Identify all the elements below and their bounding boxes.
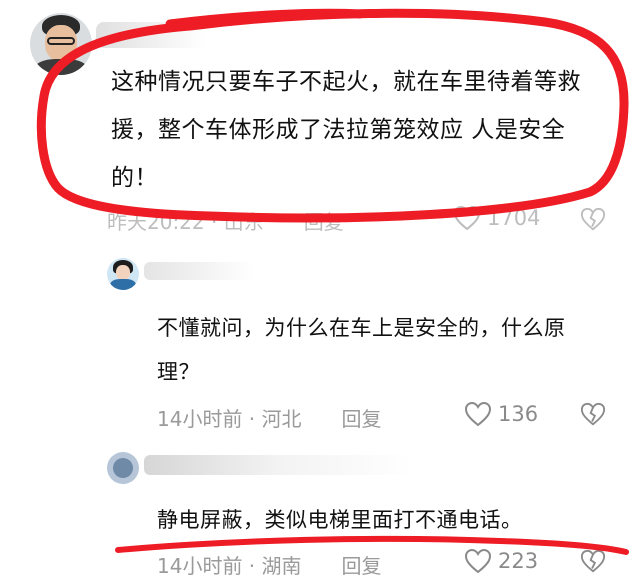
comment-location: 湖南 (261, 554, 302, 578)
comment-location: 山东 (223, 210, 264, 234)
broken-heart-icon[interactable] (580, 401, 606, 427)
comment-meta: 14小时前 · 河北 回复 (157, 403, 382, 432)
avatar[interactable] (107, 258, 139, 290)
reply-button[interactable]: 回复 (304, 210, 344, 234)
heart-icon (453, 205, 481, 231)
comment-time: 14小时前 (157, 554, 243, 578)
like-button[interactable]: 1704 (453, 205, 540, 231)
meta-separator: · (242, 554, 262, 578)
username-blurred (144, 262, 254, 280)
username-blurred (96, 22, 206, 48)
comment-meta: 昨天20:22 · 山东 回复 (107, 206, 344, 235)
like-button[interactable]: 136 (464, 401, 538, 427)
comment-time: 14小时前 (157, 407, 243, 431)
meta-separator: · (204, 210, 224, 234)
heart-icon (464, 401, 492, 427)
broken-heart-icon[interactable] (580, 206, 606, 232)
like-button[interactable]: 223 (464, 548, 538, 574)
reply-button[interactable]: 回复 (342, 407, 382, 431)
comment-text: 这种情况只要车子不起火，就在车里待着等救援，整个车体形成了法拉第笼效应 人是安全… (111, 69, 581, 191)
broken-heart-icon[interactable] (580, 548, 606, 574)
reply-button[interactable]: 回复 (342, 554, 382, 578)
avatar[interactable] (30, 13, 92, 75)
avatar[interactable] (107, 452, 139, 484)
like-count: 1704 (487, 206, 541, 230)
comment-text: 不懂就问，为什么在车上是安全的，什么原理？ (157, 316, 566, 384)
like-count: 223 (498, 549, 539, 573)
comment-location: 河北 (261, 407, 302, 431)
comment-text: 静电屏蔽，类似电梯里面打不通电话。 (157, 508, 523, 532)
comment-time: 昨天20:22 (107, 210, 205, 234)
comment-meta: 14小时前 · 湖南 回复 (157, 550, 382, 579)
heart-icon (464, 548, 492, 574)
meta-separator: · (242, 407, 262, 431)
like-count: 136 (498, 402, 539, 426)
username-blurred (144, 455, 414, 475)
